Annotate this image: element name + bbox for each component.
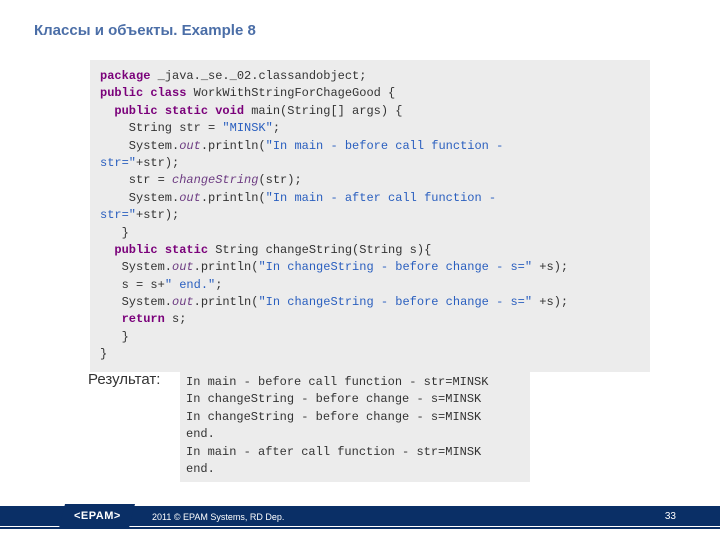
call-change-a: str = [100,173,172,187]
changeString-call: changeString [172,173,258,187]
plus-str2: +str); [136,208,179,222]
semi2: ; [215,278,222,292]
plus-s2: +s); [532,295,568,309]
sysout3b: .println( [194,260,259,274]
sysout4a: System. [100,295,172,309]
lit-end: " end." [165,278,215,292]
kw-ps: public static [114,243,208,257]
slide-title: Классы и объекты. Example 8 [34,22,256,39]
pkg-name: _java._se._02.classandobject; [150,69,366,83]
sysout2b: .println( [201,191,266,205]
copyright: 2011 © EPAM Systems, RD Dep. [152,512,284,522]
page-number: 33 [665,511,676,522]
epam-logo: <EPAM> [59,504,135,528]
lit-cs2: "In changeString - before change - s=" [258,295,532,309]
brace-close2: } [100,330,129,344]
sysout1b: .println( [201,139,266,153]
out3: out [172,260,194,274]
sysout2a: System. [100,191,179,205]
brace-close1: } [100,226,129,240]
sysout3a: System. [100,260,172,274]
kw-psv: public static void [114,104,244,118]
kw-package: package [100,69,150,83]
semi1: ; [273,121,280,135]
brace-close3: } [100,347,107,361]
sysout1a: System. [100,139,179,153]
footer: <EPAM> 2011 © EPAM Systems, RD Dep. 33 [0,504,720,540]
result-label: Результат: [88,371,160,388]
plus-s1: +s); [532,260,568,274]
plus-str1: +str); [136,156,179,170]
kw-public-class: public class [100,86,186,100]
out4: out [172,295,194,309]
lit-minsk: "MINSK" [222,121,272,135]
out2: out [179,191,201,205]
change-sig: String changeString(String s){ [208,243,431,257]
class-name: WorkWithStringForChageGood { [186,86,395,100]
decl-str: String str = [100,121,222,135]
main-sig: main(String[] args) { [244,104,402,118]
lit-cs1: "In changeString - before change - s=" [258,260,532,274]
code-block: package _java._se._02.classandobject; pu… [90,60,650,372]
sysout4b: .println( [194,295,259,309]
return-tail: s; [165,312,187,326]
call-change-tail: (str); [258,173,301,187]
kw-return: return [122,312,165,326]
output-block: In main - before call function - str=MIN… [180,372,530,482]
assign-s: s = s+ [100,278,165,292]
out1: out [179,139,201,153]
